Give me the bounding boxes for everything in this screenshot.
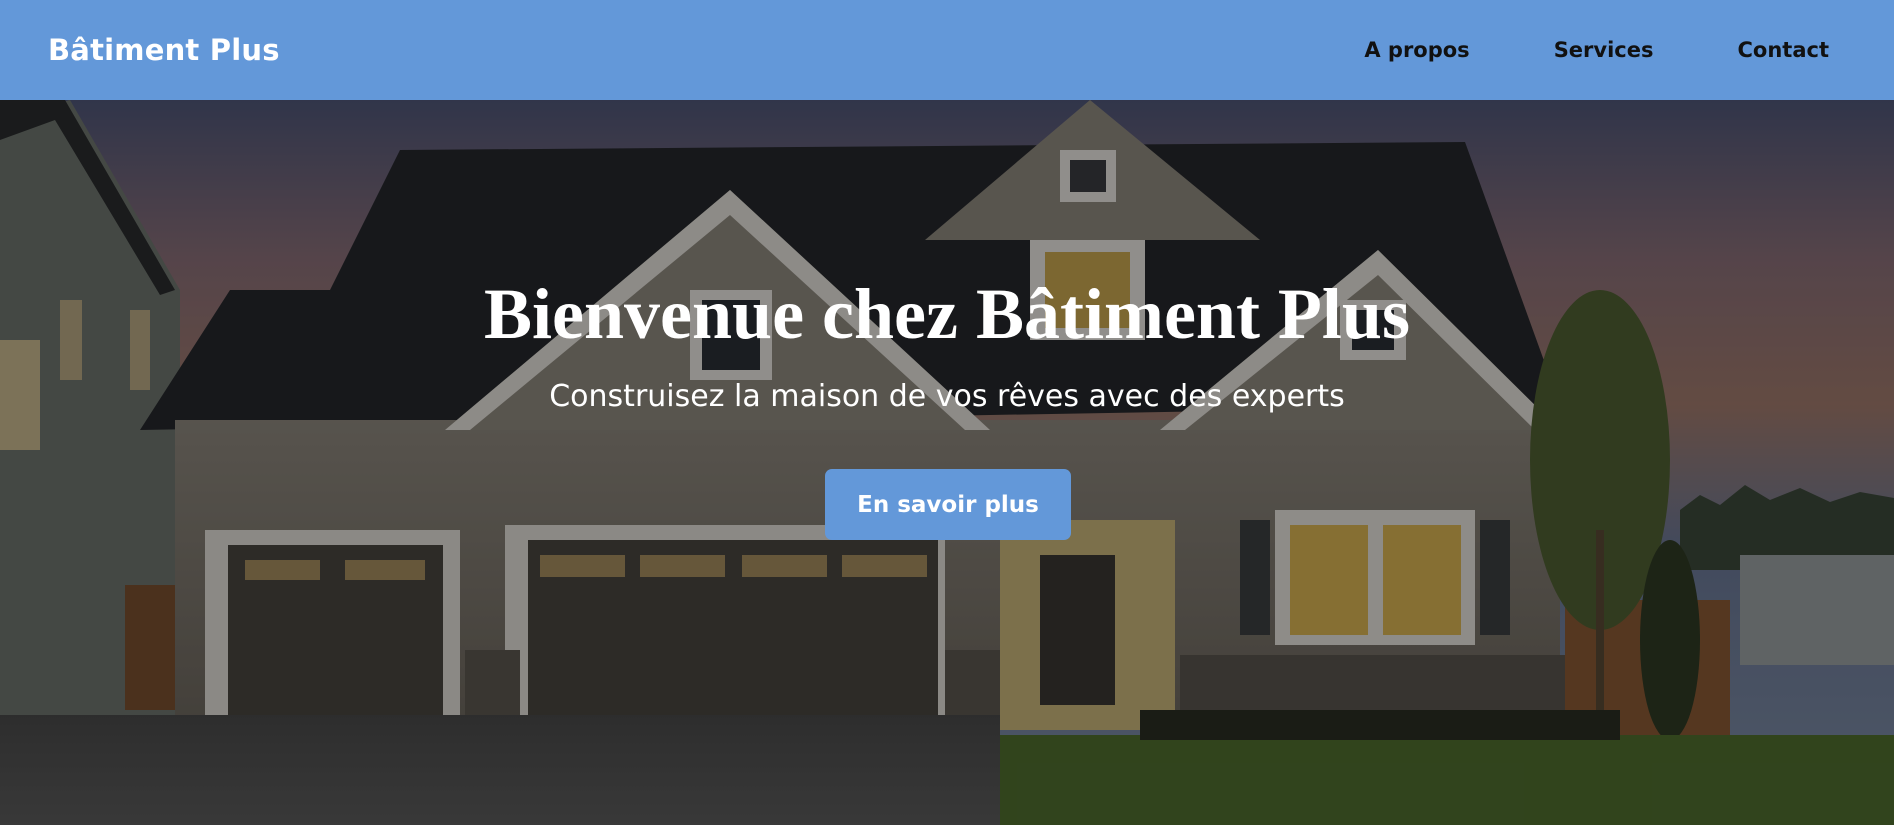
nav-menu: A propos Services Contact [1364, 38, 1829, 62]
nav-link-services[interactable]: Services [1554, 38, 1654, 62]
hero-content: Bienvenue chez Bâtiment Plus Construisez… [0, 100, 1894, 825]
nav-link-a-propos[interactable]: A propos [1364, 38, 1469, 62]
learn-more-button[interactable]: En savoir plus [825, 469, 1071, 540]
hero-section: Bienvenue chez Bâtiment Plus Construisez… [0, 100, 1894, 825]
hero-title: Bienvenue chez Bâtiment Plus [484, 274, 1410, 354]
navbar: Bâtiment Plus A propos Services Contact [0, 0, 1894, 100]
hero-subtitle: Construisez la maison de vos rêves avec … [549, 379, 1345, 414]
nav-link-contact[interactable]: Contact [1738, 38, 1830, 62]
brand-logo[interactable]: Bâtiment Plus [48, 33, 280, 67]
